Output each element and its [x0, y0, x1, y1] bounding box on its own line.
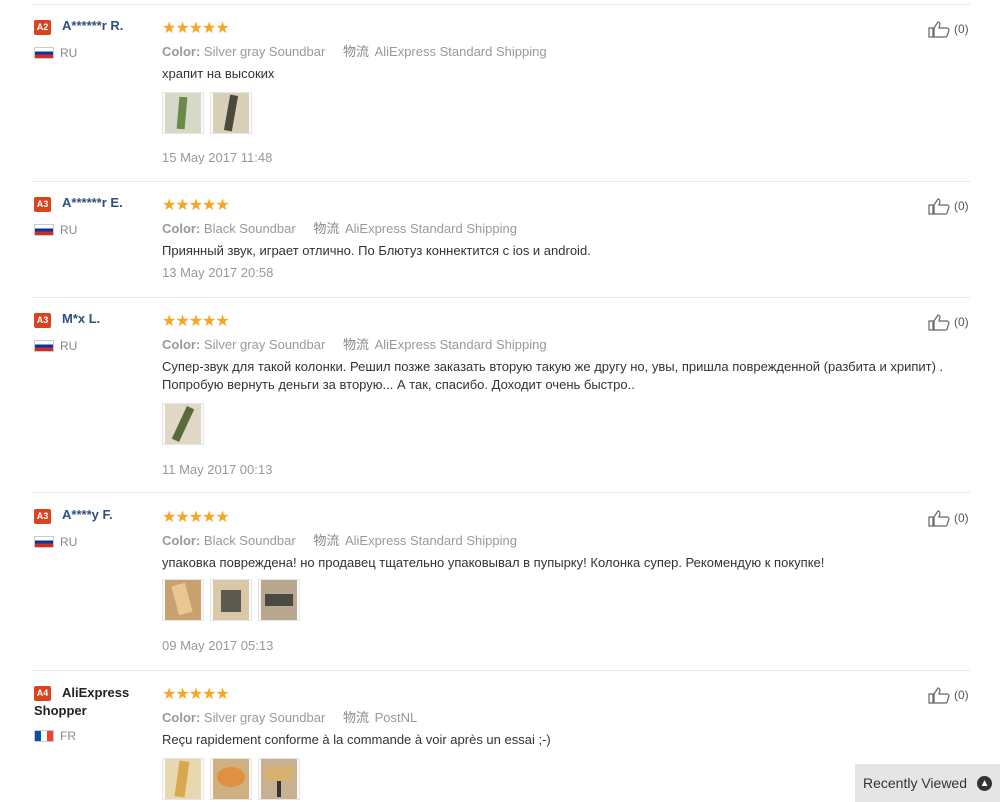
buyer-level-badge: A2 — [34, 20, 51, 35]
buyer-level-badge: A3 — [34, 509, 51, 524]
review-divider — [32, 181, 970, 182]
reviewer-country: RU — [34, 46, 77, 60]
reviewer-name[interactable]: AliExpress Shopper — [34, 684, 144, 720]
reviewer-name[interactable]: A****y F. — [62, 507, 113, 522]
review-photo-thumbnail[interactable] — [210, 758, 252, 800]
russia-flag-icon — [34, 47, 54, 59]
helpful-count: (0) — [954, 511, 969, 525]
reviewer-country: RU — [34, 223, 77, 237]
reviewer-name[interactable]: A******r R. — [62, 18, 123, 33]
logistics-icon: 物流 — [342, 710, 369, 725]
review-photo-thumbnail[interactable] — [210, 92, 252, 134]
shipping-method: AliExpress Standard Shipping — [374, 44, 547, 59]
review-date: 09 May 2017 05:13 — [162, 638, 274, 653]
russia-flag-icon — [34, 224, 54, 236]
russia-flag-icon — [34, 536, 54, 548]
review-photo-thumbnail[interactable] — [162, 92, 204, 134]
review-photo-thumbnail[interactable] — [162, 579, 204, 621]
color-value: Silver gray Soundbar — [203, 44, 326, 59]
reviewer-country: RU — [34, 535, 77, 549]
review-photos — [162, 92, 252, 134]
review-text: упаковка повреждена! но продавец тщатель… — [162, 555, 825, 570]
color-value: Silver gray Soundbar — [203, 710, 326, 725]
country-code: RU — [60, 339, 78, 353]
color-label: Color: — [162, 221, 201, 236]
color-label: Color: — [162, 337, 201, 352]
color-label: Color: — [162, 44, 201, 59]
buyer-level-badge: A3 — [34, 313, 51, 328]
thumbs-up-icon — [928, 314, 950, 331]
helpful-button[interactable]: (0) — [928, 686, 969, 704]
shipping-method: AliExpress Standard Shipping — [344, 221, 517, 236]
helpful-button[interactable]: (0) — [928, 313, 969, 331]
helpful-count: (0) — [954, 22, 969, 36]
color-value: Black Soundbar — [203, 221, 296, 236]
thumbs-up-icon — [928, 21, 950, 38]
color-value: Silver gray Soundbar — [203, 337, 326, 352]
review-meta: Color: Black Soundbar 物流 AliExpress Stan… — [162, 530, 517, 549]
review-divider — [32, 492, 970, 493]
helpful-count: (0) — [954, 199, 969, 213]
review-date: 13 May 2017 20:58 — [162, 265, 274, 280]
star-rating: ★★★★★ — [162, 313, 230, 330]
recently-viewed-label: Recently Viewed — [862, 775, 968, 791]
logistics-icon: 物流 — [313, 221, 340, 236]
helpful-button[interactable]: (0) — [928, 20, 969, 38]
france-flag-icon — [34, 730, 54, 742]
review-photo-thumbnail[interactable] — [210, 579, 252, 621]
review-photos — [162, 403, 204, 445]
star-rating: ★★★★★ — [162, 197, 230, 214]
helpful-count: (0) — [954, 688, 969, 702]
helpful-button[interactable]: (0) — [928, 197, 969, 215]
review-text: Приянный звук, играет отлично. По Блютуз… — [162, 243, 591, 258]
country-code: RU — [60, 46, 78, 60]
review-photo-thumbnail[interactable] — [258, 579, 300, 621]
country-code: RU — [60, 223, 78, 237]
thumbs-up-icon — [928, 198, 950, 215]
country-code: RU — [60, 535, 78, 549]
review-date: 15 May 2017 11:48 — [162, 150, 273, 165]
color-label: Color: — [162, 533, 201, 548]
review-photo-thumbnail[interactable] — [162, 403, 204, 445]
review-divider — [32, 670, 970, 671]
logistics-icon: 物流 — [342, 44, 369, 59]
color-label: Color: — [162, 710, 201, 725]
review-text: Reçu rapidement conforme à la commande à… — [162, 732, 551, 747]
reviewer-country: FR — [34, 729, 76, 743]
shipping-method: AliExpress Standard Shipping — [344, 533, 517, 548]
review-divider — [32, 297, 970, 298]
logistics-icon: 物流 — [313, 533, 340, 548]
shipping-method: AliExpress Standard Shipping — [374, 337, 547, 352]
star-rating: ★★★★★ — [162, 509, 230, 526]
review-date: 11 May 2017 00:13 — [162, 462, 273, 477]
review-photos — [162, 758, 300, 800]
top-divider — [32, 4, 970, 5]
shipping-method: PostNL — [374, 710, 418, 725]
review-meta: Color: Silver gray Soundbar 物流 AliExpres… — [162, 41, 547, 60]
review-photo-thumbnail[interactable] — [258, 758, 300, 800]
color-value: Black Soundbar — [203, 533, 296, 548]
review-photo-thumbnail[interactable] — [162, 758, 204, 800]
reviewer-name[interactable]: A******r E. — [62, 195, 123, 210]
helpful-button[interactable]: (0) — [928, 509, 969, 527]
reviewer-country: RU — [34, 339, 77, 353]
review-photos — [162, 579, 300, 621]
country-code: FR — [60, 729, 76, 743]
recently-viewed-button[interactable]: Recently Viewed ▲ — [855, 764, 1000, 802]
thumbs-up-icon — [928, 510, 950, 527]
star-rating: ★★★★★ — [162, 20, 230, 37]
buyer-level-badge: A3 — [34, 197, 51, 212]
review-meta: Color: Silver gray Soundbar 物流 PostNL — [162, 707, 417, 726]
star-rating: ★★★★★ — [162, 686, 230, 703]
logistics-icon: 物流 — [342, 337, 369, 352]
russia-flag-icon — [34, 340, 54, 352]
review-text: храпит на высоких — [162, 66, 275, 81]
review-meta: Color: Black Soundbar 物流 AliExpress Stan… — [162, 218, 517, 237]
helpful-count: (0) — [954, 315, 969, 329]
review-text: Супер-звук для такой колонки. Решил позж… — [162, 359, 944, 392]
reviewer-name[interactable]: M*x L. — [62, 311, 100, 326]
chevron-up-icon: ▲ — [977, 775, 993, 791]
thumbs-up-icon — [928, 687, 950, 704]
review-meta: Color: Silver gray Soundbar 物流 AliExpres… — [162, 334, 547, 353]
